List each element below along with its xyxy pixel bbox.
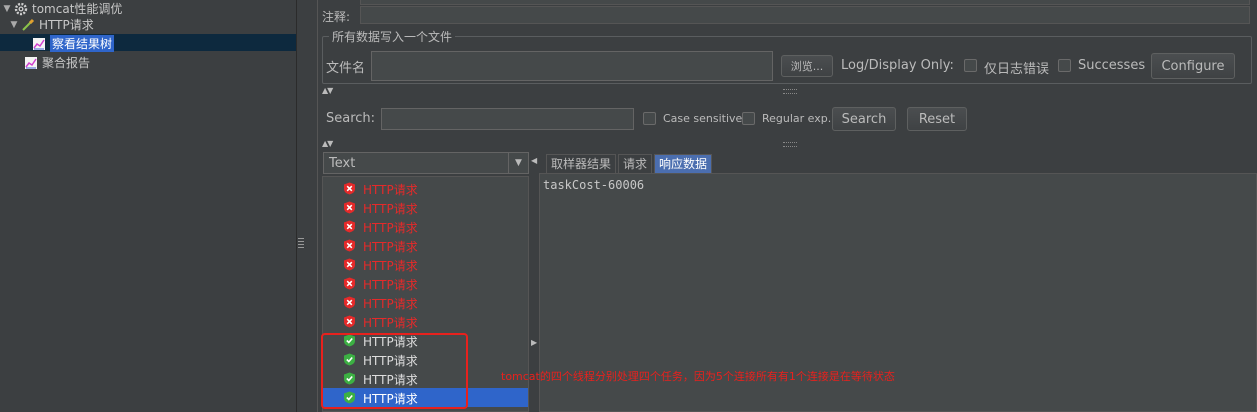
split-grip-icon[interactable]	[783, 89, 797, 94]
tree-item-label: tomcat性能调优	[32, 2, 123, 16]
test-plan-tree: ▼ tomcat性能调优 ▼ HTTP请求 察看结果树 聚合报告	[0, 0, 296, 412]
case-sensitive-checkbox[interactable]	[643, 112, 656, 125]
result-label: HTTP请求	[363, 183, 418, 197]
result-row[interactable]: HTTP请求	[323, 274, 528, 293]
search-label: Search:	[326, 111, 376, 126]
filename-label: 文件名	[326, 61, 366, 76]
log-display-label: Log/Display Only:	[841, 58, 954, 73]
result-label: HTTP请求	[363, 316, 418, 330]
reset-button[interactable]: Reset	[907, 107, 967, 131]
regex-checkbox[interactable]	[742, 112, 755, 125]
gear-icon	[14, 2, 28, 16]
expand-arrow-icon[interactable]: ▼	[9, 20, 19, 30]
error-shield-icon	[343, 277, 356, 290]
tab-response-data[interactable]: 响应数据	[654, 154, 713, 173]
result-label: HTTP请求	[363, 221, 418, 235]
case-sensitive-label: Case sensitive	[663, 112, 743, 125]
group-title: 所有数据写入一个文件	[329, 28, 456, 45]
result-label: HTTP请求	[363, 259, 418, 273]
graph-icon	[32, 37, 46, 51]
error-shield-icon	[343, 315, 356, 328]
response-tabs: 取样器结果 请求 响应数据	[546, 154, 714, 173]
result-row[interactable]: HTTP请求	[323, 179, 528, 198]
error-shield-icon	[343, 258, 356, 271]
pane-divider[interactable]	[296, 0, 318, 412]
tab-sampler-result[interactable]: 取样器结果	[546, 154, 617, 173]
errors-only-checkbox[interactable]	[964, 59, 977, 72]
collapse-left-icon[interactable]: ◀	[531, 156, 537, 165]
error-shield-icon	[343, 296, 356, 309]
tree-item-tomcat[interactable]: ▼ tomcat性能调优	[2, 0, 123, 17]
tree-item-aggregate-report[interactable]: 聚合报告	[22, 54, 90, 71]
result-row[interactable]: HTTP请求	[323, 312, 528, 331]
successes-checkbox[interactable]	[1058, 59, 1071, 72]
error-shield-icon	[343, 182, 356, 195]
tab-request[interactable]: 请求	[618, 154, 653, 173]
result-row[interactable]: HTTP请求	[323, 255, 528, 274]
result-row[interactable]: HTTP请求	[323, 217, 528, 236]
split-bar[interactable]: ▲▼	[318, 86, 1257, 96]
search-input[interactable]	[381, 108, 634, 130]
tree-item-view-results-tree[interactable]: 察看结果树	[30, 35, 115, 52]
regex-label: Regular exp.	[762, 112, 832, 125]
tree-item-label: HTTP请求	[39, 18, 94, 32]
result-label: HTTP请求	[363, 278, 418, 292]
error-shield-icon	[343, 239, 356, 252]
annotation-highlight-box	[321, 333, 468, 409]
result-label: HTTP请求	[363, 240, 418, 254]
comment-label: 注释:	[322, 10, 351, 24]
collapse-arrows-icon[interactable]: ▲▼	[322, 139, 333, 148]
result-row[interactable]: HTTP请求	[323, 293, 528, 312]
result-label: HTTP请求	[363, 202, 418, 216]
result-row[interactable]: HTTP请求	[323, 198, 528, 217]
tree-item-label: 聚合报告	[42, 56, 91, 70]
renderer-selected-value: Text	[329, 156, 356, 171]
configure-button[interactable]: Configure	[1151, 53, 1235, 79]
pipette-icon	[21, 18, 35, 32]
error-shield-icon	[343, 201, 356, 214]
expand-arrow-icon[interactable]: ▼	[2, 4, 12, 14]
graph-icon	[24, 56, 38, 70]
error-shield-icon	[343, 220, 356, 233]
result-label: HTTP请求	[363, 297, 418, 311]
collapse-right-icon[interactable]: ▶	[531, 338, 537, 347]
split-grip-icon[interactable]	[783, 142, 797, 147]
chevron-down-icon[interactable]: ▼	[508, 153, 528, 173]
split-bar[interactable]: ▲▼	[318, 139, 1257, 149]
result-row[interactable]: HTTP请求	[323, 236, 528, 255]
successes-label: Successes	[1078, 58, 1146, 73]
errors-only-label: 仅日志错误	[984, 62, 1050, 77]
write-results-group: 所有数据写入一个文件 文件名 浏览... Log/Display Only: 仅…	[322, 28, 1252, 84]
name-field[interactable]	[360, 0, 1250, 5]
response-text: taskCost-60006	[543, 178, 645, 192]
divider-grip-icon[interactable]	[298, 238, 304, 252]
filename-input[interactable]	[371, 51, 773, 81]
annotation-text: tomcat的四个线程分别处理四个任务，因为5个连接所有有1个连接是在等待状态	[501, 370, 895, 383]
comment-field[interactable]	[360, 6, 1250, 24]
search-button[interactable]: Search	[832, 107, 896, 131]
collapse-arrows-icon[interactable]: ▲▼	[322, 86, 333, 95]
tree-item-http-request[interactable]: ▼ HTTP请求	[9, 16, 94, 33]
browse-button[interactable]: 浏览...	[781, 55, 833, 77]
renderer-select[interactable]: Text ▼	[323, 152, 529, 174]
tree-item-label: 察看结果树	[50, 35, 115, 52]
